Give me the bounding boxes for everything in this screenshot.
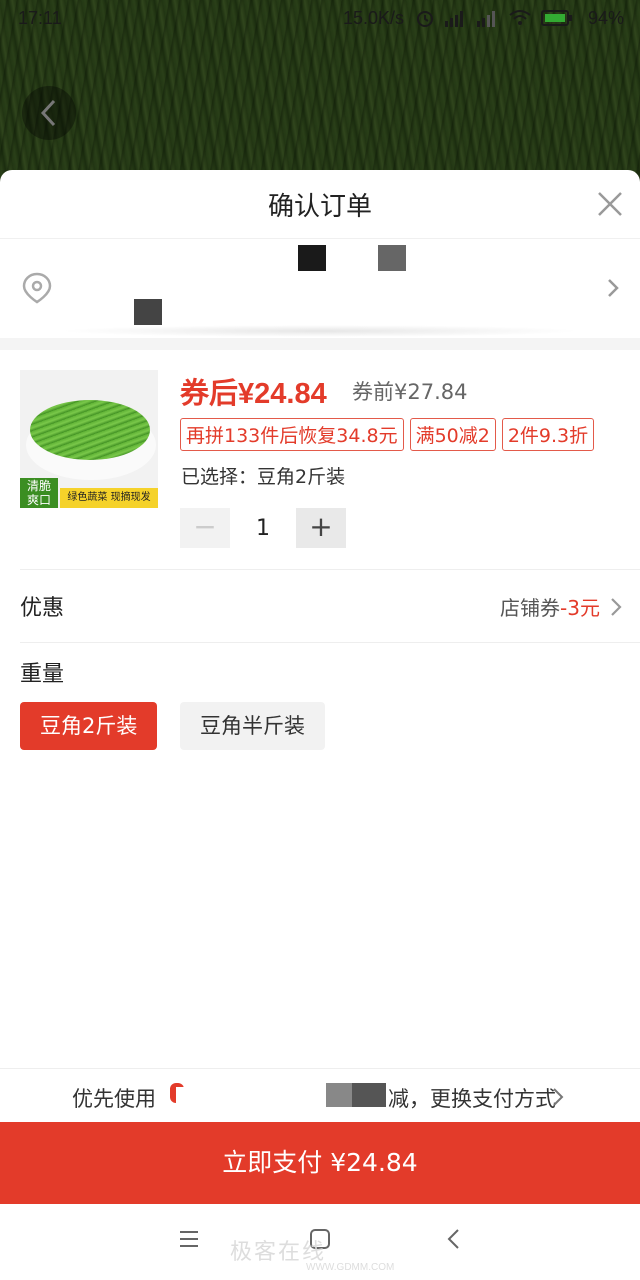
status-battery-percent: 94%: [588, 8, 625, 28]
thumbnail-beans: [30, 400, 150, 460]
selected-variant: 已选择：豆角2斤装: [181, 466, 346, 488]
status-icons: [415, 8, 573, 28]
address-redacted-block-3: [134, 299, 162, 325]
decrease-quantity-button[interactable]: −: [180, 508, 230, 548]
payment-method-bar[interactable]: 优先使用 减，更换支付方式: [0, 1068, 640, 1137]
sheet-header: 确认订单: [0, 170, 640, 238]
chevron-right-icon: [611, 598, 622, 616]
status-bar: 17:11 15.0K/s 94%: [0, 0, 640, 40]
system-nav-bar: 极客在线 WWW.GDMM.COM: [0, 1204, 640, 1280]
quantity-stepper: − 1 +: [180, 508, 346, 548]
discount-row[interactable]: 优惠 店铺券-3元: [0, 570, 640, 642]
discount-value-prefix: 店铺券: [500, 596, 561, 620]
weight-option[interactable]: 豆角半斤装: [180, 702, 325, 750]
promo-tags: 再拼133件后恢复34.8元 满50减2 2件9.3折: [180, 418, 595, 451]
address-section[interactable]: [0, 238, 640, 338]
price-before-coupon: 券前¥27.84: [352, 380, 468, 404]
promo-tag: 2件9.3折: [501, 418, 595, 451]
page-title: 确认订单: [267, 192, 372, 222]
back-icon[interactable]: [446, 1228, 462, 1250]
address-redacted-block-2: [378, 245, 406, 271]
status-time: 17:11: [18, 8, 62, 28]
thumbnail-badge-left: 清脆 爽口: [20, 478, 58, 508]
alarm-icon: [417, 11, 433, 27]
address-wave-divider: [60, 325, 580, 337]
watermark-url: WWW.GDMM.COM: [306, 1262, 395, 1273]
pay-now-button[interactable]: 立即支付 ¥24.84: [0, 1122, 640, 1204]
price-after-coupon: 券后¥24.84: [180, 378, 327, 410]
chevron-right-icon: [553, 1088, 564, 1106]
promo-tag: 满50减2: [409, 418, 496, 451]
change-payment-text: 减，更换支付方式: [388, 1087, 556, 1111]
close-icon: [598, 192, 622, 216]
quantity-value: 1: [256, 515, 270, 541]
address-redacted-block: [298, 245, 326, 271]
increase-quantity-button[interactable]: +: [296, 508, 346, 548]
back-button[interactable]: [22, 86, 76, 140]
menu-icon[interactable]: [178, 1228, 200, 1250]
product-card: 清脆 爽口 绿色蔬菜 现摘现发 券后¥24.84 券前¥27.84 再拼133件…: [0, 350, 640, 570]
discount-value: 店铺券-3元: [500, 592, 600, 621]
location-pin-icon: [22, 272, 52, 304]
weight-section: 重量 豆角2斤装 豆角半斤装: [0, 642, 640, 762]
payment-redacted-block-2: [352, 1083, 386, 1107]
discount-amount: -3元: [560, 596, 600, 620]
signal-icon-2: [477, 11, 495, 27]
weight-option-selected[interactable]: 豆角2斤装: [20, 702, 158, 750]
chevron-left-icon: [40, 99, 56, 127]
payment-prefer-text: 优先使用: [72, 1087, 156, 1111]
battery-icon: [541, 10, 572, 26]
thumbnail-badge-right: 绿色蔬菜 现摘现发: [60, 488, 158, 508]
weight-label: 重量: [20, 662, 65, 687]
signal-icon: [445, 11, 463, 27]
section-divider: [0, 338, 640, 350]
promo-tag: 再拼133件后恢复34.8元: [180, 418, 404, 451]
chevron-right-icon: [608, 279, 619, 297]
wifi-icon: [509, 10, 531, 25]
payment-redacted-block: [326, 1083, 352, 1107]
product-thumbnail: 清脆 爽口 绿色蔬菜 现摘现发: [20, 370, 158, 508]
status-network-speed: 15.0K/s: [343, 8, 405, 28]
confirm-order-sheet: 确认订单 清脆 爽口 绿色蔬菜 现摘现发 券后¥24.84 券前¥27.84 再…: [0, 170, 640, 1280]
discount-label: 优惠: [20, 596, 65, 621]
close-button[interactable]: [594, 188, 626, 220]
